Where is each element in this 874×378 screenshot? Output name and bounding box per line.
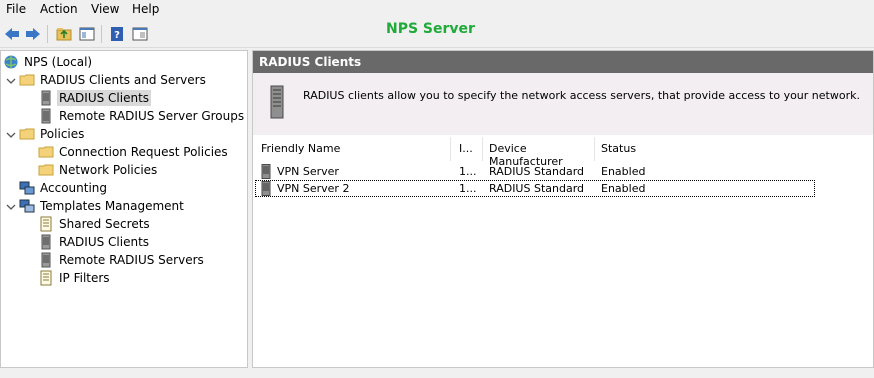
clients-list[interactable]: Friendly Name I... Device Manufacturer S… [255,137,870,365]
server-icon [41,252,51,268]
tree-label: Remote RADIUS Servers [59,253,204,267]
server-icon [261,181,271,196]
tree-label: Remote RADIUS Server Groups [59,109,245,123]
accounting-icon [19,181,35,195]
cell-friendly-name: VPN Server 2 [277,182,350,195]
details-header: RADIUS Clients [253,51,873,73]
forward-arrow-icon[interactable] [23,24,43,44]
tree-label: Connection Request Policies [59,145,228,159]
tree-label: RADIUS Clients and Servers [40,73,206,87]
tree-item-remote-radius-servers[interactable]: Remote RADIUS Servers [38,251,206,269]
tree-item-templates[interactable]: Templates Management [19,197,186,215]
cell-ip: 1... [459,165,477,178]
tree-item-accounting[interactable]: Accounting [19,179,109,197]
menu-help[interactable]: Help [132,2,159,16]
cell-status: Enabled [601,165,646,178]
templates-icon [19,199,35,213]
tree-item-network-policies[interactable]: Network Policies [38,161,159,179]
column-header-status[interactable]: Status [595,137,815,161]
tree-item-radius-clients[interactable]: RADIUS Clients [38,89,152,107]
column-header-manufacturer[interactable]: Device Manufacturer [483,137,595,168]
document-icon [40,216,52,232]
column-header-friendly-name[interactable]: Friendly Name [255,137,451,161]
properties-icon[interactable] [130,24,150,44]
server-icon [41,90,51,106]
tree-item-ip-filters[interactable]: IP Filters [38,269,112,287]
help-icon[interactable]: ? [107,24,127,44]
svg-text:?: ? [114,30,120,41]
cell-status: Enabled [601,182,646,195]
cell-manufacturer: RADIUS Standard [489,165,585,178]
menu-bar: File Action View Help [0,0,874,20]
up-folder-icon[interactable] [54,24,74,44]
chevron-down-icon[interactable] [6,202,16,212]
details-pane: RADIUS Clients RADIUS clients allow you … [252,50,874,368]
show-hide-tree-icon[interactable] [77,24,97,44]
menu-view[interactable]: View [91,2,119,16]
folder-icon [38,146,54,158]
description-panel: RADIUS clients allow you to specify the … [253,73,873,135]
globe-server-icon [4,55,18,69]
document-icon [40,270,52,286]
folder-icon [19,74,35,86]
server-icon [270,85,284,119]
server-group-icon [41,108,51,124]
cell-friendly-name: VPN Server [277,165,339,178]
tree-item-shared-secrets[interactable]: Shared Secrets [38,215,152,233]
status-bar [0,368,874,378]
tree-item-nps-local[interactable]: NPS (Local) [3,53,94,71]
toolbar: ? NPS Server [0,20,874,48]
tree-label: RADIUS Clients [59,235,150,249]
menu-action[interactable]: Action [40,2,78,16]
tree-pane: NPS (Local) RADIUS Clients and Servers R… [0,50,248,368]
table-row[interactable]: VPN Server 1... RADIUS Standard Enabled [255,163,815,180]
app-title: NPS Server [386,21,475,37]
table-row[interactable]: VPN Server 2 1... RADIUS Standard Enable… [255,180,815,197]
tree-label: Policies [40,127,85,141]
tree-item-policies[interactable]: Policies [19,125,86,143]
cell-manufacturer: RADIUS Standard [489,182,585,195]
list-header: Friendly Name I... Device Manufacturer S… [255,137,815,168]
tree-label: Templates Management [40,199,184,213]
server-icon [261,164,271,179]
tree-label: Shared Secrets [59,217,150,231]
chevron-down-icon[interactable] [6,130,16,140]
description-text: RADIUS clients allow you to specify the … [303,89,860,102]
folder-icon [19,128,35,140]
menu-file[interactable]: File [6,2,26,16]
tree-label: IP Filters [59,271,110,285]
cell-ip: 1... [459,182,477,195]
folder-icon [38,164,54,176]
tree-label: RADIUS Clients [57,90,152,106]
server-icon [41,234,51,250]
chevron-down-icon[interactable] [6,76,16,86]
tree-label: NPS (Local) [24,55,93,69]
tree-label: Network Policies [59,163,158,177]
tree-item-template-radius-clients[interactable]: RADIUS Clients [38,233,151,251]
column-header-ip[interactable]: I... [453,137,483,161]
tree-item-remote-groups[interactable]: Remote RADIUS Server Groups [38,107,246,125]
back-arrow-icon[interactable] [2,24,22,44]
tree-item-connection-request[interactable]: Connection Request Policies [38,143,230,161]
tree-item-radius-clients-servers[interactable]: RADIUS Clients and Servers [19,71,208,89]
tree-label: Accounting [40,181,108,195]
